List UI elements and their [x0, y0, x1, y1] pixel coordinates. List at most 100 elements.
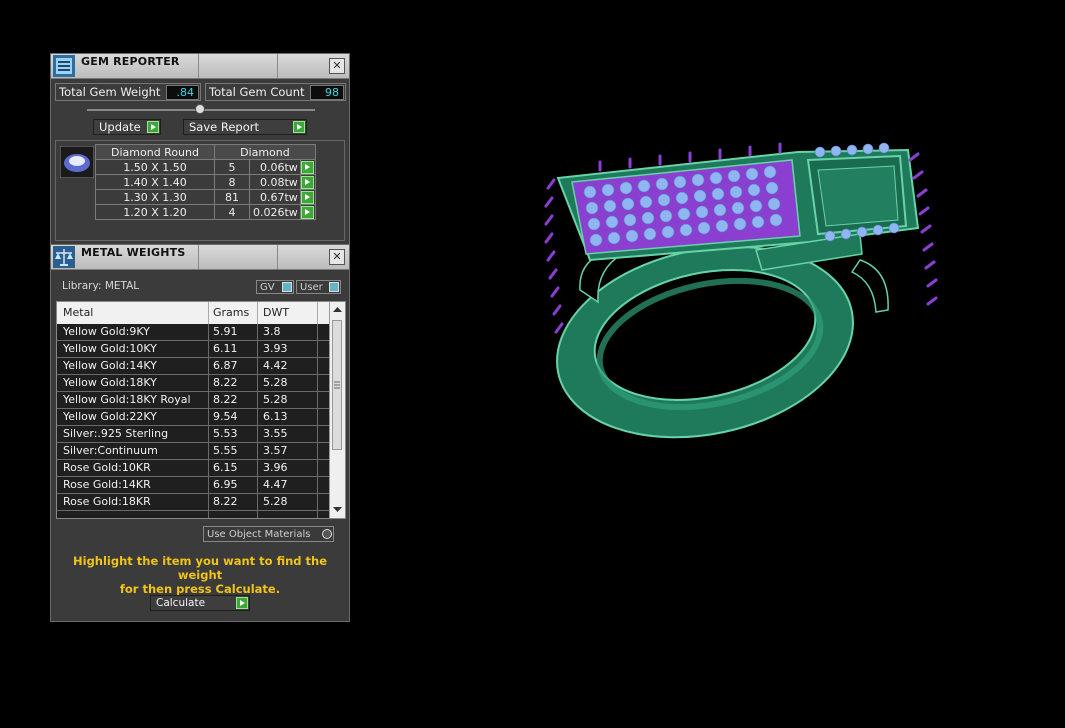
metal-list-scrollbar[interactable]: [329, 302, 345, 518]
gem-count: 4: [214, 204, 250, 220]
metal-name: Yellow Gold:14KY: [63, 359, 157, 372]
metal-grams: 8.22: [213, 495, 238, 508]
scroll-down-icon[interactable]: [333, 506, 342, 513]
play-icon: [147, 121, 159, 133]
size-slider-handle[interactable]: [195, 104, 205, 114]
metal-list[interactable]: Metal Grams DWT Yellow Gold:9KY 5.91 3.8…: [56, 301, 346, 519]
gem-weight: 0.026tw: [249, 204, 301, 220]
gem-row[interactable]: 1.50 X 1.50 5 0.06tw: [95, 159, 316, 175]
table-row[interactable]: Yellow Gold:9KY 5.91 3.8: [57, 324, 329, 341]
ring-3d-viewport[interactable]: [530, 130, 950, 450]
gem-size: 1.20 X 1.20: [95, 204, 215, 220]
close-icon[interactable]: ✕: [329, 58, 345, 74]
select-gem-row-button[interactable]: [300, 160, 314, 174]
user-toggle-label: User: [300, 282, 323, 293]
table-row[interactable]: Rose Gold:14KR 6.95 4.47: [57, 477, 329, 494]
metal-dwt: 5.28: [263, 393, 288, 406]
metal-grams: 6.87: [213, 359, 238, 372]
column-divider: [257, 302, 258, 324]
column-divider: [208, 302, 209, 324]
gem-size: 1.50 X 1.50: [95, 159, 215, 175]
metal-dwt: 4.42: [263, 359, 288, 372]
gem-row[interactable]: 1.20 X 1.20 4 0.026tw: [95, 204, 316, 220]
gem-size: 1.30 X 1.30: [95, 189, 215, 205]
gv-toggle[interactable]: GV: [256, 280, 294, 294]
close-icon[interactable]: ✕: [329, 249, 345, 265]
total-gem-count-value: 98: [310, 85, 344, 100]
scroll-up-icon[interactable]: [333, 306, 342, 313]
play-icon: [236, 597, 248, 609]
metal-name: Rose Gold:18KR: [63, 495, 151, 508]
gem-count: 8: [214, 174, 250, 190]
scrollbar-thumb[interactable]: [332, 320, 342, 450]
table-row[interactable]: Yellow Gold:22KY 9.54 6.13: [57, 409, 329, 426]
center-stone: [817, 165, 899, 227]
gem-size: 1.40 X 1.40: [95, 174, 215, 190]
metal-column-header[interactable]: Metal: [63, 306, 93, 319]
metal-dwt: 3.57: [263, 444, 288, 457]
table-row[interactable]: Yellow Gold:18KY 8.22 5.28: [57, 375, 329, 392]
toggle-knob-icon: [322, 529, 332, 539]
save-report-button-label: Save Report: [189, 120, 260, 134]
table-row[interactable]: Rose Gold:10KR 6.15 3.96: [57, 460, 329, 477]
metal-grams: 8.22: [213, 393, 238, 406]
metal-dwt: 3.96: [263, 461, 288, 474]
metal-dwt: 6.13: [263, 410, 288, 423]
table-row[interactable]: Silver:Continuum 5.55 3.57: [57, 443, 329, 460]
gem-weight: 0.06tw: [249, 159, 301, 175]
table-row[interactable]: Yellow Gold:10KY 6.11 3.93: [57, 341, 329, 358]
total-gem-weight-value: .84: [166, 85, 199, 100]
table-row[interactable]: Rose Gold:18KR 8.22 5.28: [57, 494, 329, 511]
gem-reporter-panel: GEM REPORTER ✕ Total Gem Weight .84 Tota…: [50, 53, 350, 246]
gem-weight: 0.67tw: [249, 189, 301, 205]
instruction-line-2: for then press Calculate.: [119, 582, 281, 596]
update-button[interactable]: Update: [93, 119, 161, 135]
toggle-knob-icon: [329, 282, 339, 292]
metal-dwt: 5.28: [263, 376, 288, 389]
gallery-cutout-right: [850, 259, 889, 313]
library-label: Library: METAL: [62, 280, 140, 292]
metal-grams: 8.22: [213, 376, 238, 389]
table-row-partial[interactable]: [57, 511, 329, 518]
toggle-knob-icon: [282, 282, 292, 292]
grams-column-header[interactable]: Grams: [213, 306, 249, 319]
metal-weights-titlebar[interactable]: METAL WEIGHTS ✕: [51, 245, 349, 270]
select-gem-row-button[interactable]: [300, 205, 314, 219]
metal-name: Silver:.925 Sterling: [63, 427, 169, 440]
save-report-button[interactable]: Save Report: [183, 119, 307, 135]
select-gem-row-button[interactable]: [300, 175, 314, 189]
column-divider: [317, 302, 318, 324]
select-gem-row-button[interactable]: [300, 190, 314, 204]
gem-table: Diamond Round Diamond 1.50 X 1.50 5 0.06…: [95, 144, 316, 220]
metal-grams: 6.95: [213, 478, 238, 491]
metal-name: Yellow Gold:18KY: [63, 376, 157, 389]
instruction-text: Highlight the item you want to find the …: [51, 554, 349, 596]
gem-reporter-titlebar[interactable]: GEM REPORTER ✕: [51, 54, 349, 79]
metal-dwt: 3.8: [263, 325, 281, 338]
metal-name: Yellow Gold:9KY: [63, 325, 150, 338]
table-row[interactable]: Silver:.925 Sterling 5.53 3.55: [57, 426, 329, 443]
gem-row[interactable]: 1.30 X 1.30 81 0.67tw: [95, 189, 316, 205]
metal-dwt: 4.47: [263, 478, 288, 491]
metal-dwt: 5.28: [263, 495, 288, 508]
user-toggle[interactable]: User: [296, 280, 341, 294]
gem-count: 5: [214, 159, 250, 175]
total-gem-count-group: Total Gem Count 98: [205, 83, 346, 101]
use-object-materials-label: Use Object Materials: [207, 529, 311, 540]
total-gem-weight-group: Total Gem Weight .84: [55, 83, 201, 101]
gem-shape-header: Diamond Round: [95, 144, 215, 160]
metal-name: Rose Gold:14KR: [63, 478, 151, 491]
use-object-materials-toggle[interactable]: Use Object Materials: [203, 526, 334, 542]
dwt-column-header[interactable]: DWT: [263, 306, 289, 319]
table-row[interactable]: Yellow Gold:18KY Royal 8.22 5.28: [57, 392, 329, 409]
metal-weights-title: METAL WEIGHTS: [81, 246, 186, 259]
column-divider: [208, 324, 209, 518]
metal-grams: 5.91: [213, 325, 238, 338]
titlebar-divider: [198, 245, 199, 269]
table-row[interactable]: Yellow Gold:14KY 6.87 4.42: [57, 358, 329, 375]
metal-grams: 5.55: [213, 444, 238, 457]
metal-grams: 5.53: [213, 427, 238, 440]
gem-reporter-icon: [53, 55, 75, 77]
calculate-button[interactable]: Calculate: [150, 595, 250, 611]
gem-row[interactable]: 1.40 X 1.40 8 0.08tw: [95, 174, 316, 190]
